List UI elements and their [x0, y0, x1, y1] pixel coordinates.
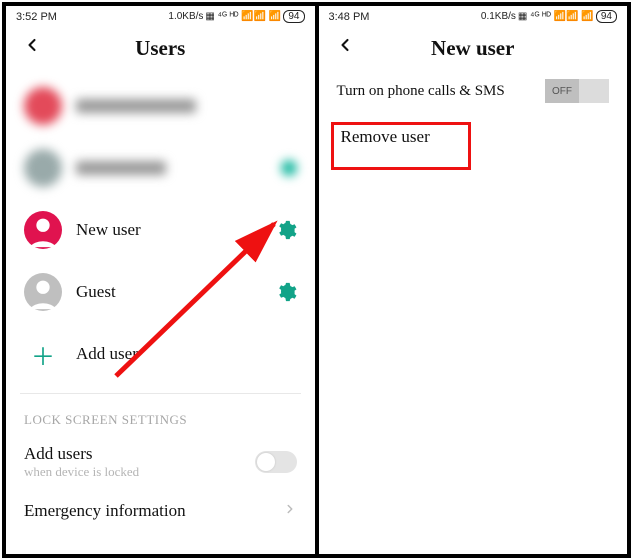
setting-sublabel: when device is locked	[24, 464, 139, 480]
toggle-off[interactable]: OFF	[545, 79, 609, 103]
user-row-redacted[interactable]	[20, 75, 301, 137]
battery-icon: 94	[596, 10, 617, 23]
status-bar: 3:48 PM 0.1KB/s ▦ ⁴ᴳ ᴴᴰ 📶📶 📶 94	[319, 6, 628, 25]
setting-label: Add users	[24, 444, 139, 464]
toggle-state: OFF	[545, 79, 579, 103]
status-bar: 3:52 PM 1.0KB/s ▦ ⁴ᴳ ᴴᴰ 📶📶 📶 94	[6, 6, 315, 25]
status-icons: ▦ ⁴ᴳ ᴴᴰ 📶📶 📶	[518, 11, 594, 22]
app-bar: New user	[319, 25, 628, 75]
gear-icon[interactable]	[275, 281, 297, 303]
section-title: LOCK SCREEN SETTINGS	[20, 408, 301, 434]
status-time: 3:52 PM	[16, 11, 57, 23]
app-bar: Users	[6, 25, 315, 75]
remove-user-button[interactable]: Remove user	[333, 113, 614, 161]
user-label: New user	[76, 220, 275, 240]
add-user-label: Add user	[76, 344, 297, 364]
setting-label: Turn on phone calls & SMS	[337, 83, 505, 100]
status-net: 1.0KB/s	[168, 11, 203, 22]
plus-icon: ＋	[24, 335, 62, 373]
toggle-switch[interactable]	[255, 451, 297, 473]
status-right: 0.1KB/s ▦ ⁴ᴳ ᴴᴰ 📶📶 📶 94	[481, 10, 617, 23]
user-row-new-user[interactable]: New user	[20, 199, 301, 261]
divider	[20, 393, 301, 394]
status-net: 0.1KB/s	[481, 11, 516, 22]
chevron-right-icon	[283, 500, 297, 521]
gear-icon[interactable]	[275, 219, 297, 241]
status-icons: ▦ ⁴ᴳ ᴴᴰ 📶📶 📶	[205, 11, 281, 22]
page-title: Users	[22, 36, 299, 61]
page-title: New user	[335, 36, 612, 61]
user-label: Guest	[76, 282, 275, 302]
setting-label: Emergency information	[24, 501, 186, 521]
setting-add-users-locked[interactable]: Add users when device is locked	[20, 434, 301, 490]
user-row-redacted[interactable]	[20, 137, 301, 199]
screen-users: 3:52 PM 1.0KB/s ▦ ⁴ᴳ ᴴᴰ 📶📶 📶 94 Users	[4, 4, 317, 556]
status-right: 1.0KB/s ▦ ⁴ᴳ ᴴᴰ 📶📶 📶 94	[168, 10, 304, 23]
setting-phone-sms[interactable]: Turn on phone calls & SMS OFF	[333, 75, 614, 113]
battery-icon: 94	[283, 10, 304, 23]
screen-new-user: 3:48 PM 0.1KB/s ▦ ⁴ᴳ ᴴᴰ 📶📶 📶 94 New user…	[317, 4, 630, 556]
active-indicator-icon	[281, 160, 297, 176]
status-time: 3:48 PM	[329, 11, 370, 23]
setting-emergency-info[interactable]: Emergency information	[20, 490, 301, 531]
avatar-icon	[24, 273, 62, 311]
avatar-icon	[24, 211, 62, 249]
add-user-button[interactable]: ＋ Add user	[20, 323, 301, 385]
user-row-guest[interactable]: Guest	[20, 261, 301, 323]
